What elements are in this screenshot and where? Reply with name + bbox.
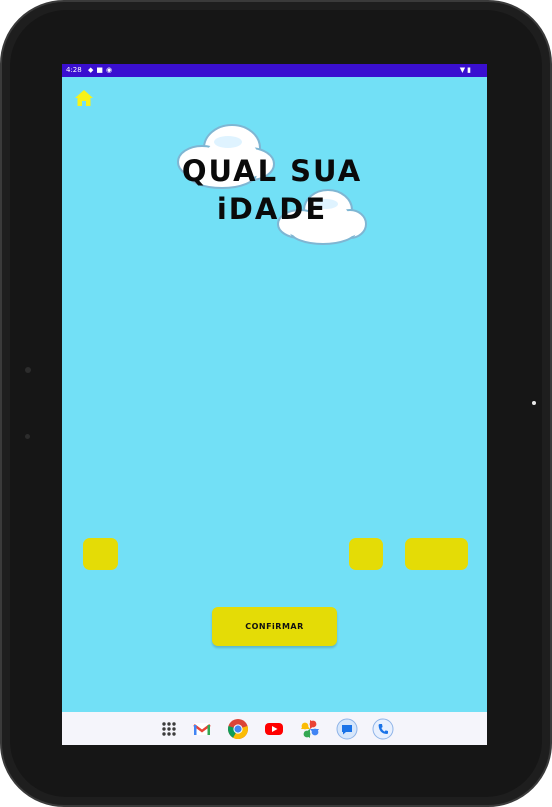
camera-icon xyxy=(532,401,536,405)
app-icon: ◉ xyxy=(106,66,116,74)
app-screen: 4:28 ◆■◉ ▼▮ QUAL SUA iDADE CONFiRMAR xyxy=(62,64,487,745)
sd-card-icon: ■ xyxy=(96,66,107,74)
app-drawer-icon[interactable] xyxy=(158,718,180,740)
gmail-icon[interactable] xyxy=(191,718,213,740)
side-sensor xyxy=(25,367,31,373)
page-title: QUAL SUA iDADE xyxy=(172,152,372,228)
side-sensor xyxy=(25,434,30,439)
battery-icon: ▮ xyxy=(467,66,473,74)
status-time: 4:28 xyxy=(66,66,82,74)
year-input[interactable] xyxy=(405,538,468,570)
youtube-icon[interactable] xyxy=(263,718,285,740)
confirm-button[interactable]: CONFiRMAR xyxy=(212,607,337,646)
title-line-2: iDADE xyxy=(216,192,328,226)
home-icon xyxy=(75,90,93,106)
title-area: QUAL SUA iDADE xyxy=(172,122,367,247)
status-left-icons: ◆■◉ xyxy=(88,64,115,77)
taskbar-dock xyxy=(62,712,487,745)
status-bar: 4:28 ◆■◉ ▼▮ xyxy=(62,64,487,77)
day-input[interactable] xyxy=(83,538,118,570)
tablet-frame: 4:28 ◆■◉ ▼▮ QUAL SUA iDADE CONFiRMAR xyxy=(0,0,552,807)
messages-icon[interactable] xyxy=(336,718,358,740)
status-right-icons: ▼▮ xyxy=(460,64,473,77)
home-button[interactable] xyxy=(74,89,94,107)
month-input[interactable] xyxy=(349,538,383,570)
photos-icon[interactable] xyxy=(299,718,321,740)
phone-icon[interactable] xyxy=(372,718,394,740)
chrome-icon[interactable] xyxy=(227,718,249,740)
title-line-1: QUAL SUA xyxy=(181,154,363,188)
